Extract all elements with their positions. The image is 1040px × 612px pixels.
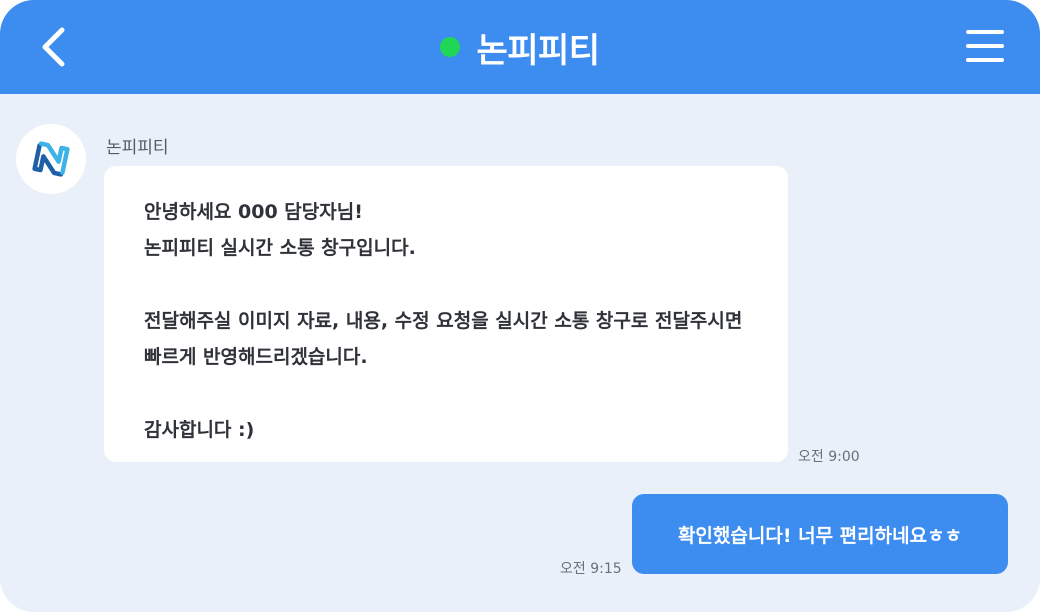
hamburger-menu-icon-bar <box>966 44 1004 48</box>
chat-header: 논피피티 <box>0 0 1040 94</box>
back-button[interactable] <box>30 22 80 72</box>
message-line: 감사합니다 :) <box>144 419 255 441</box>
message-line: 빠르게 반영해드리겠습니다. <box>144 346 368 368</box>
outgoing-message-bubble: 확인했습니다! 너무 편리하네요ㅎㅎ <box>632 494 1008 574</box>
chevron-left-icon <box>42 27 65 67</box>
hamburger-menu-icon-bar <box>966 58 1004 62</box>
chat-window: 논피피티 논피피티 안녕하세요 000 담당자님! 논피피티 실시간 소통 창구… <box>0 0 1040 612</box>
message-line: 논피피티 실시간 소통 창구입니다. <box>144 237 416 259</box>
header-title-group: 논피피티 <box>0 0 1040 94</box>
message-line: 전달해주실 이미지 자료, 내용, 수정 요청을 실시간 소통 창구로 전달주시… <box>144 310 743 332</box>
online-status-icon <box>440 37 461 57</box>
hamburger-menu-icon <box>966 30 1004 34</box>
chat-title: 논피피티 <box>476 30 600 71</box>
incoming-message-bubble: 안녕하세요 000 담당자님! 논피피티 실시간 소통 창구입니다. 전달해주실… <box>104 166 788 462</box>
message-line: 안녕하세요 000 담당자님! <box>144 201 363 223</box>
message-timestamp: 오전 9:15 <box>560 561 622 577</box>
message-timestamp: 오전 9:00 <box>798 449 860 465</box>
sender-name: 논피피티 <box>106 138 169 158</box>
avatar[interactable] <box>16 124 86 194</box>
menu-button[interactable] <box>962 26 1008 66</box>
nonppt-logo-icon <box>32 141 70 177</box>
